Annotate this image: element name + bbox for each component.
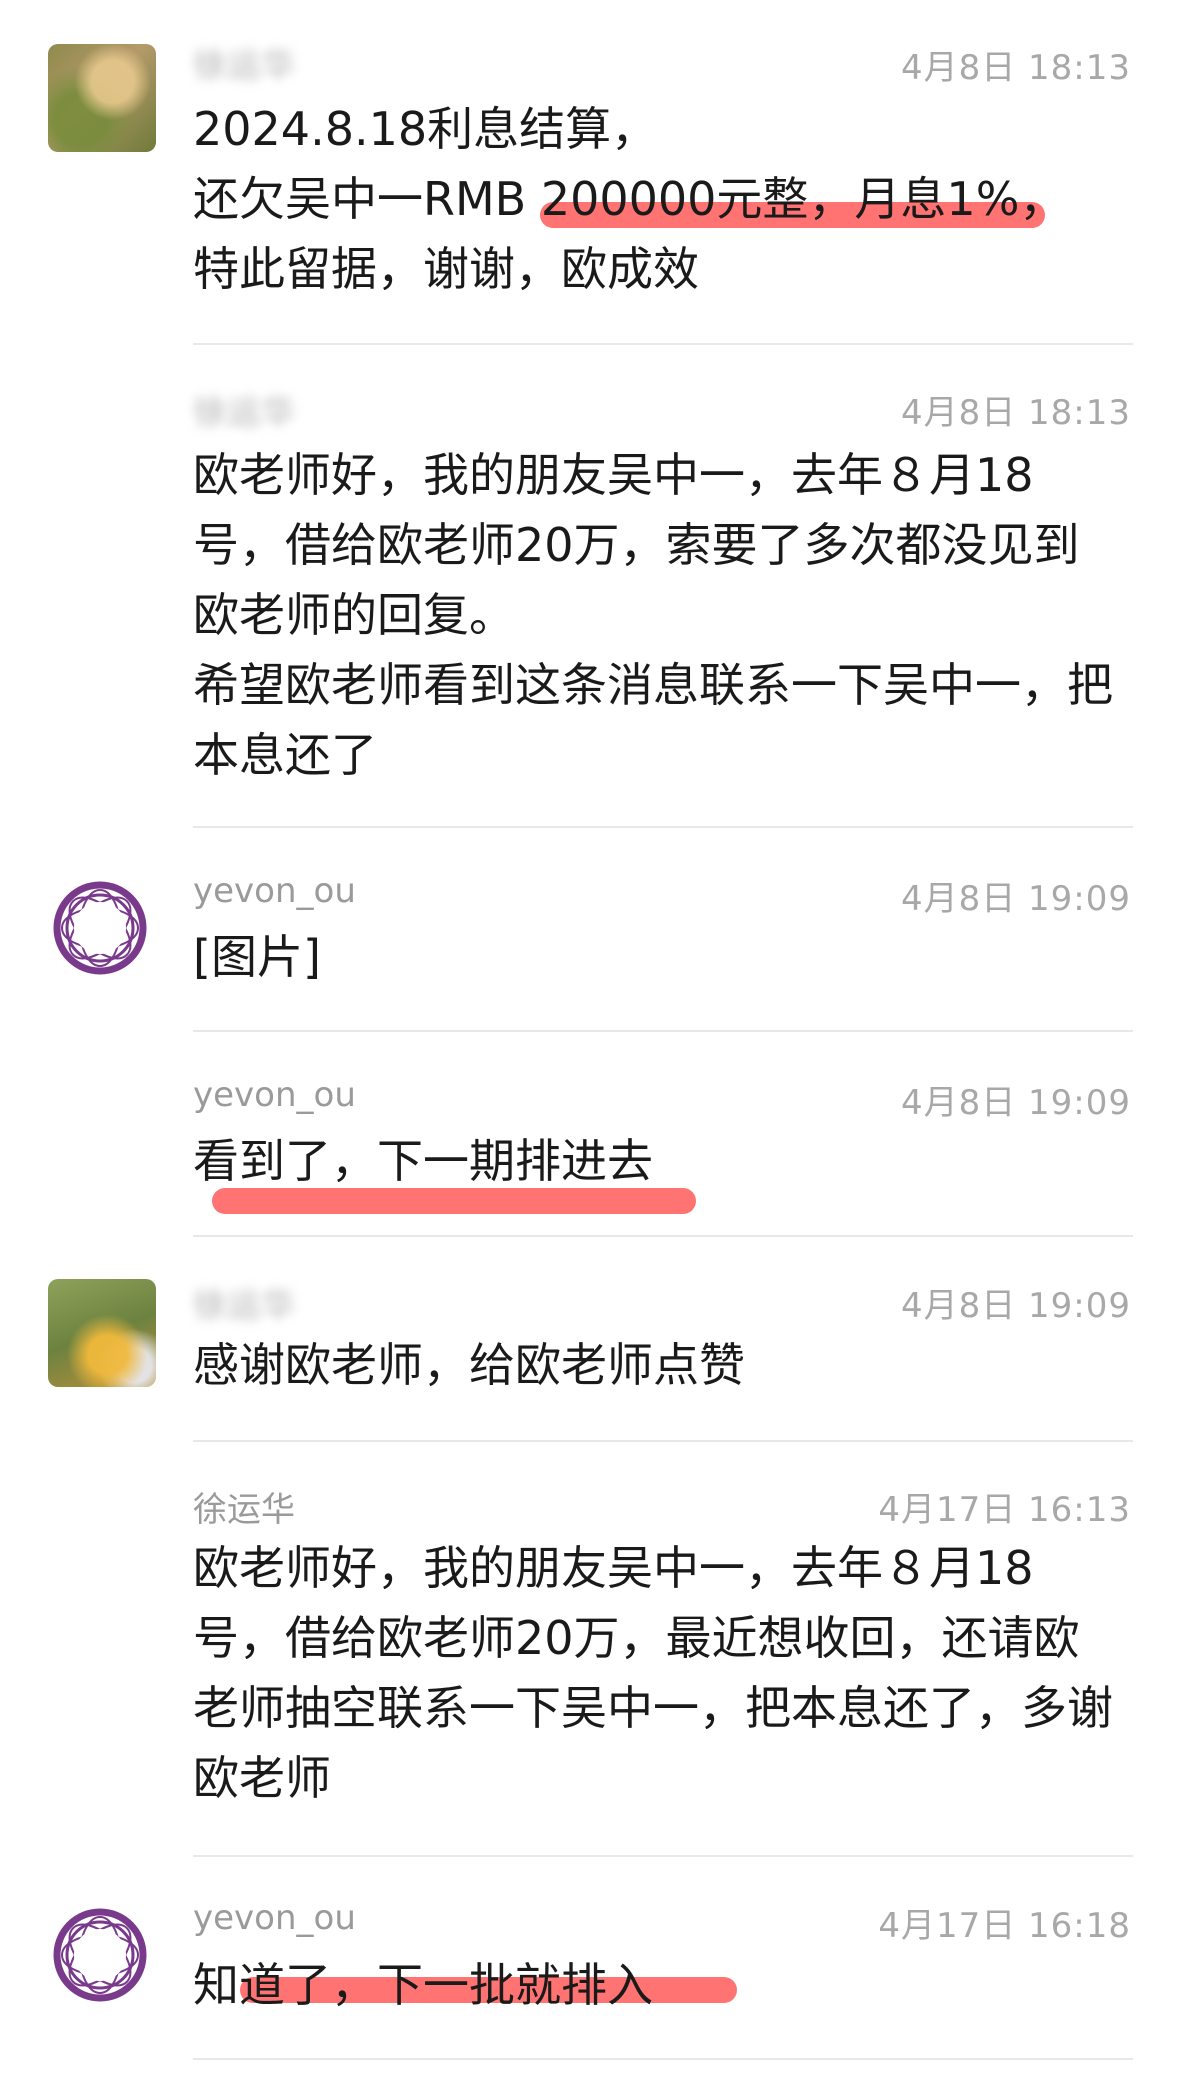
timestamp: 4月8日 19:09	[900, 1286, 1131, 1326]
ring-logo-icon	[53, 881, 147, 975]
author-name[interactable]: yevon_ou	[193, 1075, 356, 1115]
author-name[interactable]: 徐运华	[193, 1278, 295, 1327]
author-name[interactable]: yevon_ou	[193, 1898, 356, 1938]
message-text: 欧老师好，我的朋友吴中一，去年８月18号，借给欧老师20万，最近想收回，还请欧老…	[193, 1541, 1113, 1805]
ring-logo-icon	[53, 1908, 147, 2002]
message-text[interactable]: [图片]	[193, 922, 1143, 992]
message-text: 知道了，下一批就排入	[193, 1958, 653, 2012]
timestamp: 4月17日 16:18	[878, 1906, 1131, 1946]
author-name[interactable]: yevon_ou	[193, 871, 356, 911]
author-name[interactable]: 徐运华	[193, 385, 295, 434]
author-name[interactable]: 徐运华	[193, 38, 295, 87]
avatar[interactable]	[48, 1903, 152, 2007]
timestamp: 4月8日 19:09	[900, 879, 1131, 919]
message-text: 看到了，下一期排进去	[193, 1134, 653, 1188]
divider	[193, 2058, 1133, 2060]
avatar[interactable]	[48, 876, 152, 980]
timestamp: 4月17日 16:13	[878, 1490, 1131, 1530]
divider	[193, 1235, 1133, 1237]
message-text: 2024.8.18利息结算， 还欠吴中一RMB 200000元整，月息1%， 特…	[193, 102, 1066, 296]
divider	[193, 1855, 1133, 1857]
timestamp: 4月8日 19:09	[900, 1083, 1131, 1123]
divider	[193, 826, 1133, 828]
divider	[193, 1030, 1133, 1032]
divider	[193, 343, 1133, 345]
divider	[193, 1440, 1133, 1442]
timestamp: 4月8日 18:13	[900, 48, 1131, 88]
message-text: 欧老师好，我的朋友吴中一，去年８月18号，借给欧老师20万，索要了多次都没见到欧…	[193, 448, 1113, 782]
avatar[interactable]	[48, 1279, 156, 1387]
author-name[interactable]: 徐运华	[193, 1482, 295, 1531]
timestamp: 4月8日 18:13	[900, 393, 1131, 433]
avatar[interactable]	[48, 44, 156, 152]
message-text: 感谢欧老师，给欧老师点赞	[193, 1338, 745, 1392]
